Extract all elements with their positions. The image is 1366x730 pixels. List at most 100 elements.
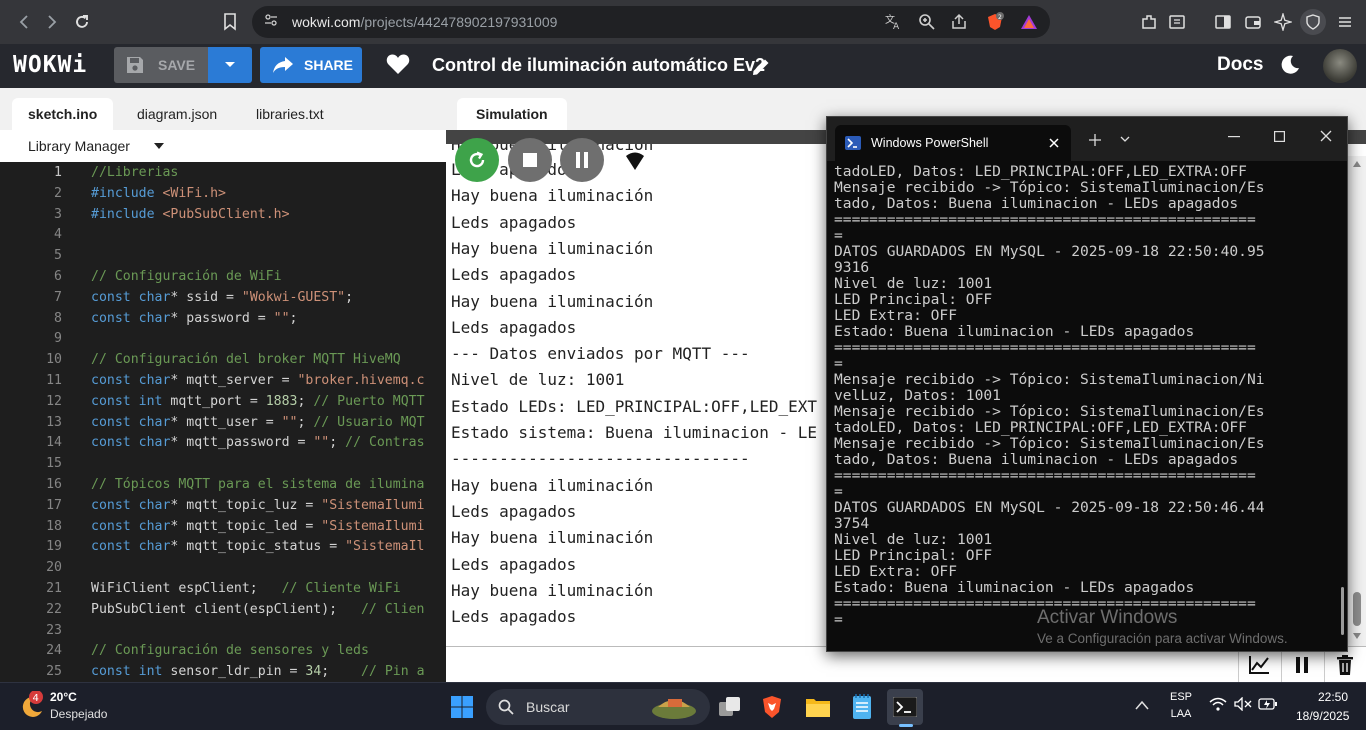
menu-icon[interactable]	[1332, 9, 1358, 35]
dark-mode-moon-icon[interactable]	[1279, 54, 1301, 81]
site-settings-icon[interactable]	[264, 13, 278, 32]
code-line[interactable]: 17 const char* mqtt_topic_luz = "SistemaI…	[0, 495, 446, 516]
scrollbar-thumb[interactable]	[1353, 592, 1361, 626]
code-line[interactable]: 20	[0, 557, 446, 578]
code-line[interactable]: 23	[0, 620, 446, 641]
tab-dropdown-icon[interactable]	[1120, 136, 1130, 143]
reload-icon[interactable]	[66, 6, 98, 38]
docs-link[interactable]: Docs	[1217, 54, 1263, 76]
battery-icon[interactable]	[1258, 697, 1278, 716]
weather-desc: Despejado	[50, 707, 108, 721]
code-line[interactable]: 11 const char* mqtt_server = "broker.hive…	[0, 370, 446, 391]
library-dropdown-icon[interactable]	[153, 143, 164, 149]
powershell-tab[interactable]: Windows PowerShell	[835, 125, 1071, 161]
code-line[interactable]: 14 const char* mqtt_password = ""; // Con…	[0, 432, 446, 453]
powershell-icon	[845, 136, 861, 150]
code-line[interactable]: 19 const char* mqtt_topic_status = "Siste…	[0, 536, 446, 557]
heart-icon[interactable]	[386, 53, 410, 80]
extensions-icon[interactable]	[1136, 9, 1162, 35]
pause-serial-icon[interactable]	[1281, 647, 1321, 683]
library-manager-button[interactable]: Library Manager	[28, 138, 130, 154]
start-windows-icon[interactable]	[444, 689, 480, 725]
brave-shields-icon[interactable]: 2	[982, 9, 1008, 35]
code-line[interactable]: 22 PubSubClient client(espClient); // Cli…	[0, 599, 446, 620]
close-window-icon[interactable]	[1320, 130, 1332, 142]
translate-icon[interactable]: 文A	[880, 9, 906, 35]
maximize-icon[interactable]	[1274, 131, 1285, 142]
line-number: 7	[54, 289, 62, 305]
minimize-icon[interactable]	[1228, 136, 1240, 138]
user-avatar[interactable]	[1323, 49, 1357, 83]
volume-muted-icon[interactable]	[1234, 696, 1252, 716]
taskbar-search[interactable]: Buscar	[486, 689, 710, 725]
task-view-icon[interactable]	[712, 689, 748, 725]
wokwi-logo[interactable]: WOKWi	[13, 52, 87, 78]
tab-simulation[interactable]: Simulation	[457, 98, 567, 130]
plotter-chart-icon[interactable]	[1238, 647, 1278, 683]
wifi-icon[interactable]	[1209, 697, 1227, 716]
terminal-taskbar-icon[interactable]	[887, 689, 923, 727]
serial-scrollbar[interactable]	[1348, 156, 1366, 646]
code-line[interactable]: 25 const int sensor_ldr_pin = 34; // Pin …	[0, 661, 446, 682]
code-line[interactable]: 8 const char* password = "";	[0, 308, 446, 329]
code-line[interactable]: 7 const char* ssid = "Wokwi-GUEST";	[0, 287, 446, 308]
sidebar-icon[interactable]	[1210, 9, 1236, 35]
code-line[interactable]: 1 //Librerias	[0, 162, 446, 183]
forward-icon[interactable]	[36, 6, 68, 38]
code-line[interactable]: 5	[0, 245, 446, 266]
wallet-icon[interactable]	[1240, 9, 1266, 35]
code-line[interactable]: 13 const char* mqtt_user = ""; // Usuario…	[0, 412, 446, 433]
input-language[interactable]: ESP LAA	[1166, 691, 1196, 720]
scroll-up-icon[interactable]	[1352, 160, 1362, 168]
powershell-console[interactable]: = =======================================…	[827, 161, 1347, 651]
code-line[interactable]: 6 // Configuración de WiFi	[0, 266, 446, 287]
notepad-icon[interactable]	[844, 689, 880, 725]
tab-sketch-ino[interactable]: sketch.ino	[12, 98, 114, 130]
bookmark-icon[interactable]	[214, 6, 246, 38]
leo-ai-icon[interactable]	[1270, 9, 1296, 35]
line-text: const char* mqtt_topic_luz = "SistemaIlu…	[91, 497, 425, 513]
code-line[interactable]: 15	[0, 453, 446, 474]
powershell-scroll-thumb[interactable]	[1341, 587, 1344, 635]
share-page-icon[interactable]	[946, 9, 972, 35]
address-bar[interactable]: wokwi.com/projects/442478902197931009 文A…	[252, 6, 1050, 38]
project-title[interactable]: Control de iluminación automático Ev2	[432, 55, 765, 76]
share-button[interactable]: SHARE	[260, 47, 362, 83]
code-area[interactable]: 1 //Librerias 2 #include <WiFi.h> 3 #include …	[0, 162, 446, 682]
code-line[interactable]: 10 // Configuración del broker MQTT HiveM…	[0, 349, 446, 370]
code-line[interactable]: 12 const int mqtt_port = 1883; // Puerto …	[0, 391, 446, 412]
new-tab-plus-icon[interactable]	[1089, 134, 1101, 146]
browser-toolbar: wokwi.com/projects/442478902197931009 文A…	[0, 0, 1366, 44]
stop-simulation-button[interactable]	[508, 138, 552, 182]
pause-simulation-button[interactable]	[560, 138, 604, 182]
save-dropdown-button[interactable]	[208, 47, 252, 83]
code-line[interactable]: 3 #include <PubSubClient.h>	[0, 204, 446, 225]
tab-diagram-json[interactable]: diagram.json	[121, 98, 233, 130]
code-line[interactable]: 16 // Tópicos MQTT para el sistema de ilu…	[0, 474, 446, 495]
zoom-icon[interactable]	[914, 9, 940, 35]
code-line[interactable]: 18 const char* mqtt_topic_led = "SistemaI…	[0, 516, 446, 537]
restart-simulation-button[interactable]	[455, 138, 499, 182]
tab-libraries-txt[interactable]: libraries.txt	[240, 98, 340, 130]
code-line[interactable]: 2 #include <WiFi.h>	[0, 183, 446, 204]
vpn-shield-icon[interactable]	[1300, 9, 1326, 35]
scroll-down-icon[interactable]	[1352, 632, 1362, 640]
edit-title-icon[interactable]	[750, 56, 772, 83]
close-tab-icon[interactable]	[1049, 138, 1059, 148]
reader-mode-icon[interactable]	[1164, 9, 1190, 35]
brave-browser-icon[interactable]	[754, 689, 790, 725]
show-hidden-icons-chevron-icon[interactable]	[1135, 697, 1149, 715]
serial-line: Nivel de luz: 1001	[451, 370, 625, 390]
weather-widget[interactable]: 4	[18, 690, 44, 724]
serial-line: Leds apagados	[451, 607, 577, 627]
save-button[interactable]: SAVE	[114, 47, 208, 83]
clock[interactable]: 22:50 18/9/2025	[1296, 690, 1349, 723]
brave-rewards-icon[interactable]	[1016, 9, 1042, 35]
code-line[interactable]: 9	[0, 328, 446, 349]
code-line[interactable]: 21 WiFiClient espClient; // Cliente WiFi	[0, 578, 446, 599]
code-line[interactable]: 24 // Configuración de sensores y leds	[0, 640, 446, 661]
code-line[interactable]: 4	[0, 224, 446, 245]
file-explorer-icon[interactable]	[800, 689, 836, 725]
clear-serial-trash-icon[interactable]	[1324, 647, 1364, 683]
powershell-scrollbar[interactable]	[1337, 161, 1347, 651]
